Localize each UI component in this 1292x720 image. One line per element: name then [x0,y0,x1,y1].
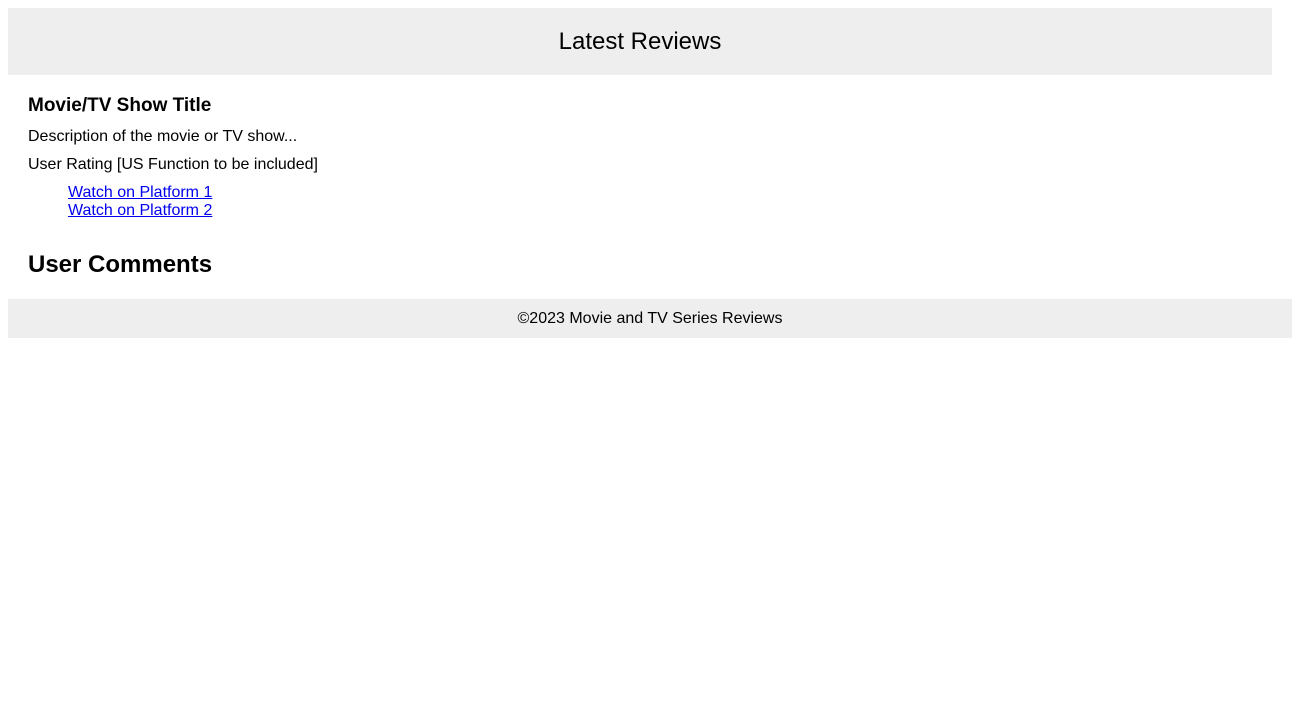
platform-link-item: Watch on Platform 2 [68,202,212,220]
platform-links: Watch on Platform 1 Watch on Platform 2 [68,184,212,220]
platform-link-item: Watch on Platform 1 [68,184,212,202]
page-title: Latest Reviews [558,27,722,55]
user-rating: User Rating [US Function to be included] [28,156,318,173]
site-footer: ©2023 Movie and TV Series Reviews [8,299,1292,338]
site-header: Latest Reviews [8,8,1272,75]
watch-platform-2-link[interactable]: Watch on Platform 2 [68,202,212,219]
review-title: Movie/TV Show Title [28,95,212,116]
page: Latest Reviews Movie/TV Show Title Descr… [0,0,1292,720]
user-comments-heading: User Comments [28,251,213,278]
copyright-text: ©2023 Movie and TV Series Reviews [517,309,783,327]
review-description: Description of the movie or TV show... [28,128,298,145]
watch-platform-1-link[interactable]: Watch on Platform 1 [68,184,212,201]
